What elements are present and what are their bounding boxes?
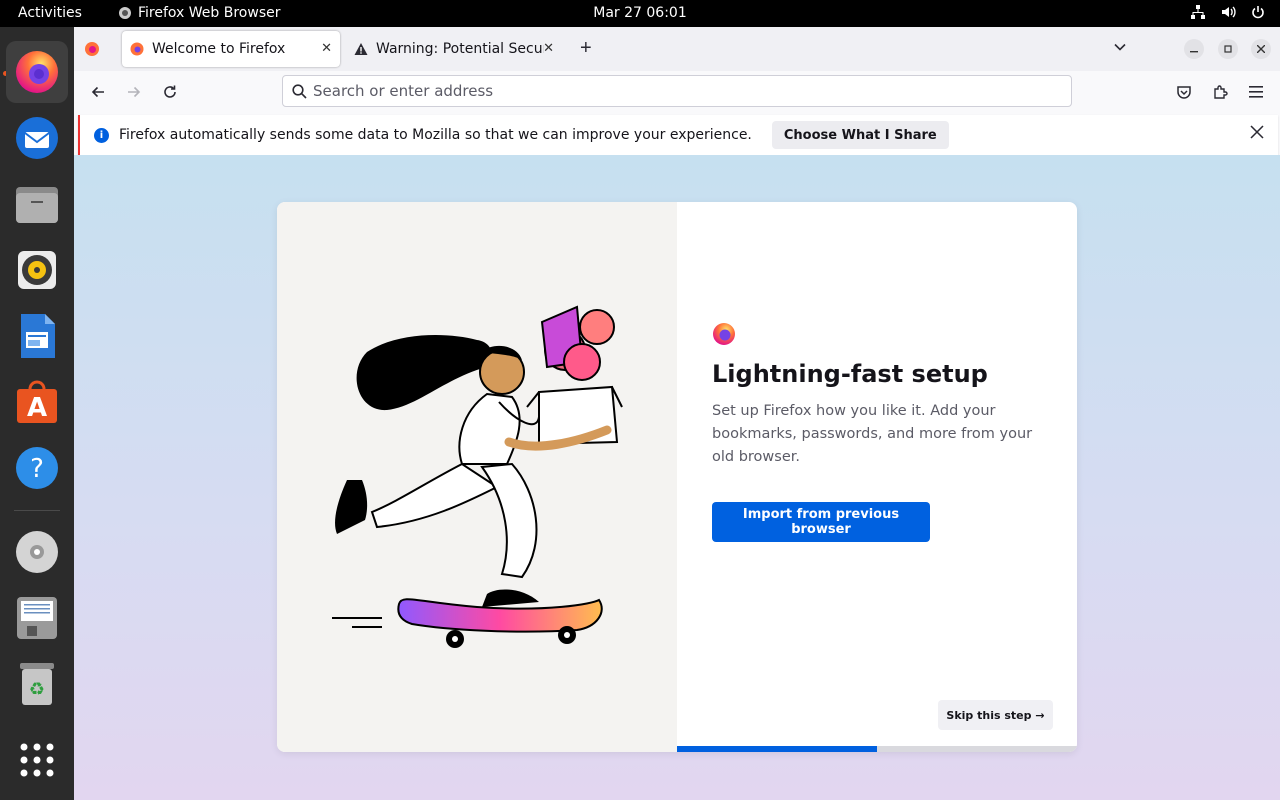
volume-icon: [1222, 6, 1236, 18]
network-icon: [1191, 5, 1205, 19]
onboarding-panel: Lightning-fast setup Set up Firefox how …: [677, 202, 1077, 752]
back-button[interactable]: [85, 80, 111, 104]
progress-fill: [677, 746, 877, 752]
tab-welcome[interactable]: Welcome to Firefox ✕: [122, 31, 340, 67]
dock-files[interactable]: [6, 173, 68, 235]
gnome-top-bar: Activities Firefox Web Browser Mar 27 06…: [0, 0, 1280, 27]
onboarding-title: Lightning-fast setup: [712, 360, 988, 388]
tab-close-button[interactable]: ✕: [321, 41, 332, 56]
dock-separator: [14, 510, 60, 511]
search-input[interactable]: [313, 82, 1053, 100]
search-icon: [292, 83, 307, 99]
url-bar[interactable]: [282, 75, 1072, 107]
hamburger-menu-icon: [1249, 86, 1263, 98]
svg-text:♻: ♻: [29, 679, 45, 700]
welcome-page: Lightning-fast setup Set up Firefox how …: [74, 155, 1280, 800]
close-icon: [1250, 125, 1264, 139]
tab-warning[interactable]: Warning: Potential Secur ✕: [346, 31, 562, 67]
reload-button[interactable]: [157, 80, 183, 104]
extensions-button[interactable]: [1207, 80, 1233, 104]
forward-arrow-icon: [128, 86, 141, 98]
app-center-icon: A: [17, 380, 57, 423]
show-apps-icon: [20, 743, 54, 777]
dock-trash[interactable]: ♻: [6, 653, 68, 715]
restore-button[interactable]: [1218, 39, 1238, 59]
puzzle-piece-icon: [1214, 85, 1228, 99]
dock-thunderbird[interactable]: [6, 107, 68, 169]
close-icon: [1257, 45, 1265, 53]
floppy-icon: [17, 597, 57, 639]
firefox-view-icon: [85, 42, 99, 56]
files-icon: [16, 187, 58, 223]
choose-what-i-share-button[interactable]: Choose What I Share: [771, 121, 949, 149]
help-icon: ?: [16, 447, 58, 489]
dock-firefox[interactable]: [6, 41, 68, 103]
dock-dvd[interactable]: [6, 521, 68, 583]
rhythmbox-icon: [18, 251, 56, 289]
firefox-icon: [16, 51, 58, 93]
dock: A ? ♻: [0, 27, 74, 800]
clock[interactable]: Mar 27 06:01: [0, 5, 1280, 21]
firefox-favicon-icon: [130, 42, 144, 56]
notification-message: Firefox automatically sends some data to…: [119, 127, 752, 143]
notification-close-button[interactable]: [1250, 125, 1264, 143]
pocket-icon: [1177, 86, 1191, 99]
svg-text:A: A: [27, 393, 47, 423]
app-menu-button[interactable]: [1243, 80, 1269, 104]
firefox-logo-icon: [713, 323, 735, 345]
info-icon: i: [94, 127, 109, 143]
pocket-button[interactable]: [1171, 80, 1197, 104]
trash-icon: ♻: [20, 663, 54, 705]
skip-step-button[interactable]: Skip this step →: [938, 700, 1053, 730]
window-close-button[interactable]: [1251, 39, 1271, 59]
back-arrow-icon: [91, 86, 104, 98]
dock-libreoffice-writer[interactable]: [6, 305, 68, 367]
firefox-view-button[interactable]: [84, 41, 100, 62]
svg-text:?: ?: [30, 454, 44, 484]
thunderbird-icon: [16, 117, 58, 159]
writer-icon: [21, 314, 55, 358]
data-collection-notification: i Firefox automatically sends some data …: [78, 115, 1278, 155]
forward-button[interactable]: [121, 80, 147, 104]
firefox-window: Welcome to Firefox ✕ Warning: Potential …: [74, 27, 1280, 800]
tab-title: Welcome to Firefox: [152, 41, 286, 57]
tab-close-button[interactable]: ✕: [543, 41, 554, 56]
navigation-toolbar: [74, 71, 1280, 113]
dock-rhythmbox[interactable]: [6, 239, 68, 301]
chevron-down-icon: [1114, 43, 1126, 51]
onboarding-card: Lightning-fast setup Set up Firefox how …: [277, 202, 1077, 752]
skateboard-illustration: [277, 202, 677, 752]
new-tab-button[interactable]: +: [580, 38, 592, 58]
dvd-icon: [16, 531, 58, 573]
warning-icon: [354, 43, 368, 55]
import-from-previous-browser-button[interactable]: Import from previous browser: [712, 502, 930, 542]
power-icon: [1252, 6, 1264, 19]
dock-help[interactable]: ?: [6, 437, 68, 499]
tab-bar: Welcome to Firefox ✕ Warning: Potential …: [74, 27, 1280, 71]
list-all-tabs-button[interactable]: [1113, 40, 1127, 59]
reload-icon: [164, 85, 176, 98]
minimize-icon: [1190, 51, 1198, 53]
dock-floppy[interactable]: [6, 587, 68, 649]
dock-show-apps[interactable]: [6, 729, 68, 791]
onboarding-subtitle: Set up Firefox how you like it. Add your…: [712, 403, 1033, 465]
tab-title: Warning: Potential Secur: [376, 41, 544, 57]
restore-icon: [1224, 45, 1232, 53]
minimize-button[interactable]: [1184, 39, 1204, 59]
onboarding-progress-bar: [677, 746, 1077, 752]
dock-app-center[interactable]: A: [6, 371, 68, 433]
person-on-skateboard-illustration: [332, 305, 623, 648]
firefox-logo: [712, 322, 736, 351]
system-tray[interactable]: [1190, 4, 1266, 20]
